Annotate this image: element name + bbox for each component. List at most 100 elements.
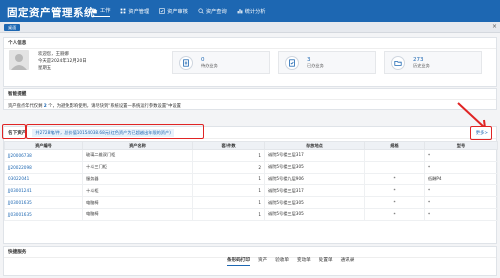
quick-service-panel: 快捷服务 条形码打印 资产 验收单 变动单 处置单 通讯录 [3, 246, 497, 276]
asset-place: 诚院5号楼三层317 [264, 149, 365, 162]
tab-contacts[interactable]: 通讯录 [341, 257, 355, 266]
tab-assets[interactable]: 资产 [258, 257, 267, 266]
table-row[interactable]: JJ20006738 玻璃二维双门柜 1 诚院5号楼三层317 * [4, 149, 498, 162]
quick-tabs: 条形码打印 资产 验收单 变动单 处置单 通讯录 [227, 257, 354, 266]
asset-model: * [424, 149, 498, 162]
assets-table: 资产编号 资产名称 套/件数 存放地点 规格 型号 JJ20006738 玻璃二… [4, 141, 498, 221]
asset-spec: * [364, 184, 425, 198]
asset-name: 玻璃二维双门柜 [82, 149, 193, 162]
table-row[interactable]: JJ03001635 电脑椅 1 诚院5号楼三层305 * * [4, 207, 498, 221]
asset-model: 低酬P4 [424, 172, 498, 186]
nav-item-label: 统计分析 [244, 8, 266, 15]
asset-qty: 1 [192, 196, 265, 209]
asset-name: 电脑椅 [82, 207, 193, 221]
nav-item-label: 资产查询 [205, 8, 227, 15]
asset-place: 诚院5号楼三层305 [264, 196, 365, 209]
avatar [9, 50, 29, 70]
tab-acceptance[interactable]: 验收单 [275, 257, 289, 266]
asset-place: 诚院5号楼三层305 [264, 207, 365, 221]
greeting-text: 欢迎您，王丽娜 [38, 52, 69, 57]
main-nav: 工作 资产管理 资产审核 资产查询 统计分析 [92, 7, 265, 17]
tab-desktop[interactable]: 桌面 [4, 24, 21, 31]
table-row[interactable]: JJ03001635 电脑椅 1 诚院5号楼三层305 * * [4, 196, 498, 209]
asset-code[interactable]: JJ03001635 [4, 207, 83, 221]
grid-icon [120, 8, 126, 14]
search-icon [198, 8, 204, 14]
asset-name: 电脑椅 [82, 196, 193, 209]
done-business-card[interactable]: 3 已办业务 [278, 51, 376, 74]
asset-model: * [424, 184, 498, 198]
column-header[interactable]: 资产名称 [82, 141, 193, 150]
column-header[interactable]: 存放地点 [264, 141, 365, 150]
card-label: 历史业务 [413, 62, 430, 68]
asset-model: * [424, 207, 498, 221]
nav-item-asset-management[interactable]: 资产管理 [120, 7, 149, 17]
reminder-prefix: 资产盘点年代仅剩 [8, 104, 43, 109]
nav-item-statistics[interactable]: 统计分析 [237, 7, 266, 17]
top-nav-bar: 固定资产管理系统 工作 资产管理 资产审核 资产查询 统计分析 [0, 0, 500, 22]
column-header[interactable]: 资产编号 [4, 141, 83, 150]
asset-spec: * [364, 207, 425, 221]
annotation-box-more [470, 126, 492, 140]
asset-spec: * [364, 172, 425, 186]
asset-code[interactable]: 03022041 [4, 172, 83, 186]
tab-change[interactable]: 变动单 [297, 257, 311, 266]
table-header-row: 资产编号 资产名称 套/件数 存放地点 规格 型号 [4, 141, 498, 150]
user-icon [11, 54, 27, 70]
panel-title: 个人信息 [4, 38, 496, 49]
clipboard-check-icon [285, 55, 299, 70]
nav-item-label: 资产管理 [128, 8, 150, 15]
column-header[interactable]: 规格 [364, 141, 425, 150]
panel-title: 智能提醒 [4, 89, 496, 100]
card-label: 待办业务 [201, 62, 218, 68]
table-row[interactable]: JJ03001241 十斗柜 1 诚院5号楼三层317 * * [4, 184, 498, 198]
close-icon[interactable]: × [492, 23, 497, 30]
folder-icon [391, 55, 405, 70]
asset-qty: 2 [192, 160, 265, 174]
nav-item-asset-review[interactable]: 资产审核 [159, 7, 188, 17]
check-icon [159, 8, 165, 14]
user-info: 欢迎您，王丽娜 今天是2024年12月20日 星期五 [38, 51, 87, 72]
nav-item-asset-query[interactable]: 资产查询 [198, 7, 227, 17]
asset-code[interactable]: JJ03001241 [4, 184, 83, 198]
weekday-text: 星期五 [38, 66, 52, 71]
pending-business-card[interactable]: 0 待办业务 [172, 51, 270, 74]
reminder-days: 2 [43, 104, 47, 109]
nav-item-label: 资产审核 [167, 8, 188, 15]
column-header[interactable]: 型号 [424, 141, 498, 150]
asset-qty: 1 [192, 207, 265, 221]
assets-panel: 名下资产 共2728笔/件，总价值10154038.68元(红色资产为已超越出年… [3, 126, 498, 244]
asset-name: 十斗柜 [82, 184, 193, 198]
asset-code[interactable]: JJ20006738 [4, 149, 83, 162]
asset-code[interactable]: JJ20022098 [4, 160, 83, 174]
nav-item-work[interactable]: 工作 [92, 7, 111, 17]
asset-name: 十斗三门柜 [82, 160, 193, 174]
date-text: 今天是2024年12月20日 [38, 59, 87, 64]
annotation-box-notice [26, 124, 204, 139]
asset-qty: 1 [192, 184, 265, 198]
column-header[interactable]: 套/件数 [192, 141, 265, 150]
home-icon [92, 8, 98, 13]
table-row[interactable]: 03022041 服务器 1 诚院5号楼九层906 * 低酬P4 [4, 172, 498, 186]
asset-model: * [424, 196, 498, 209]
asset-model: * [424, 160, 498, 174]
card-label: 已办业务 [307, 62, 324, 68]
asset-spec [364, 160, 425, 174]
asset-spec [364, 149, 425, 162]
smart-reminder-panel: 智能提醒 资产盘点年代仅剩 2 个，为避免影响使用，请尽快到"系统设置一系统运行… [3, 88, 497, 110]
business-cards: 0 待办业务 3 已办业务 273 历史业务 [172, 51, 482, 74]
tab-disposal[interactable]: 处置单 [319, 257, 333, 266]
table-row[interactable]: JJ20022098 十斗三门柜 2 诚院5号楼三层305 * [4, 160, 498, 174]
history-business-card[interactable]: 273 历史业务 [384, 51, 482, 74]
nav-item-label: 工作 [100, 8, 111, 14]
asset-spec: * [364, 196, 425, 209]
asset-name: 服务器 [82, 172, 193, 186]
reminder-suffix: 个，为避免影响使用，请尽快到"系统设置一系统运行参数设置"中设置 [48, 104, 181, 109]
asset-code[interactable]: JJ03001635 [4, 196, 83, 209]
asset-qty: 1 [192, 172, 265, 186]
document-icon [179, 55, 193, 70]
bar-chart-icon [237, 9, 243, 14]
tab-barcode-print[interactable]: 条形码打印 [227, 257, 250, 266]
tab-strip: 桌面 × [0, 22, 500, 33]
reminder-message: 资产盘点年代仅剩 2 个，为避免影响使用，请尽快到"系统设置一系统运行参数设置"… [4, 100, 496, 109]
